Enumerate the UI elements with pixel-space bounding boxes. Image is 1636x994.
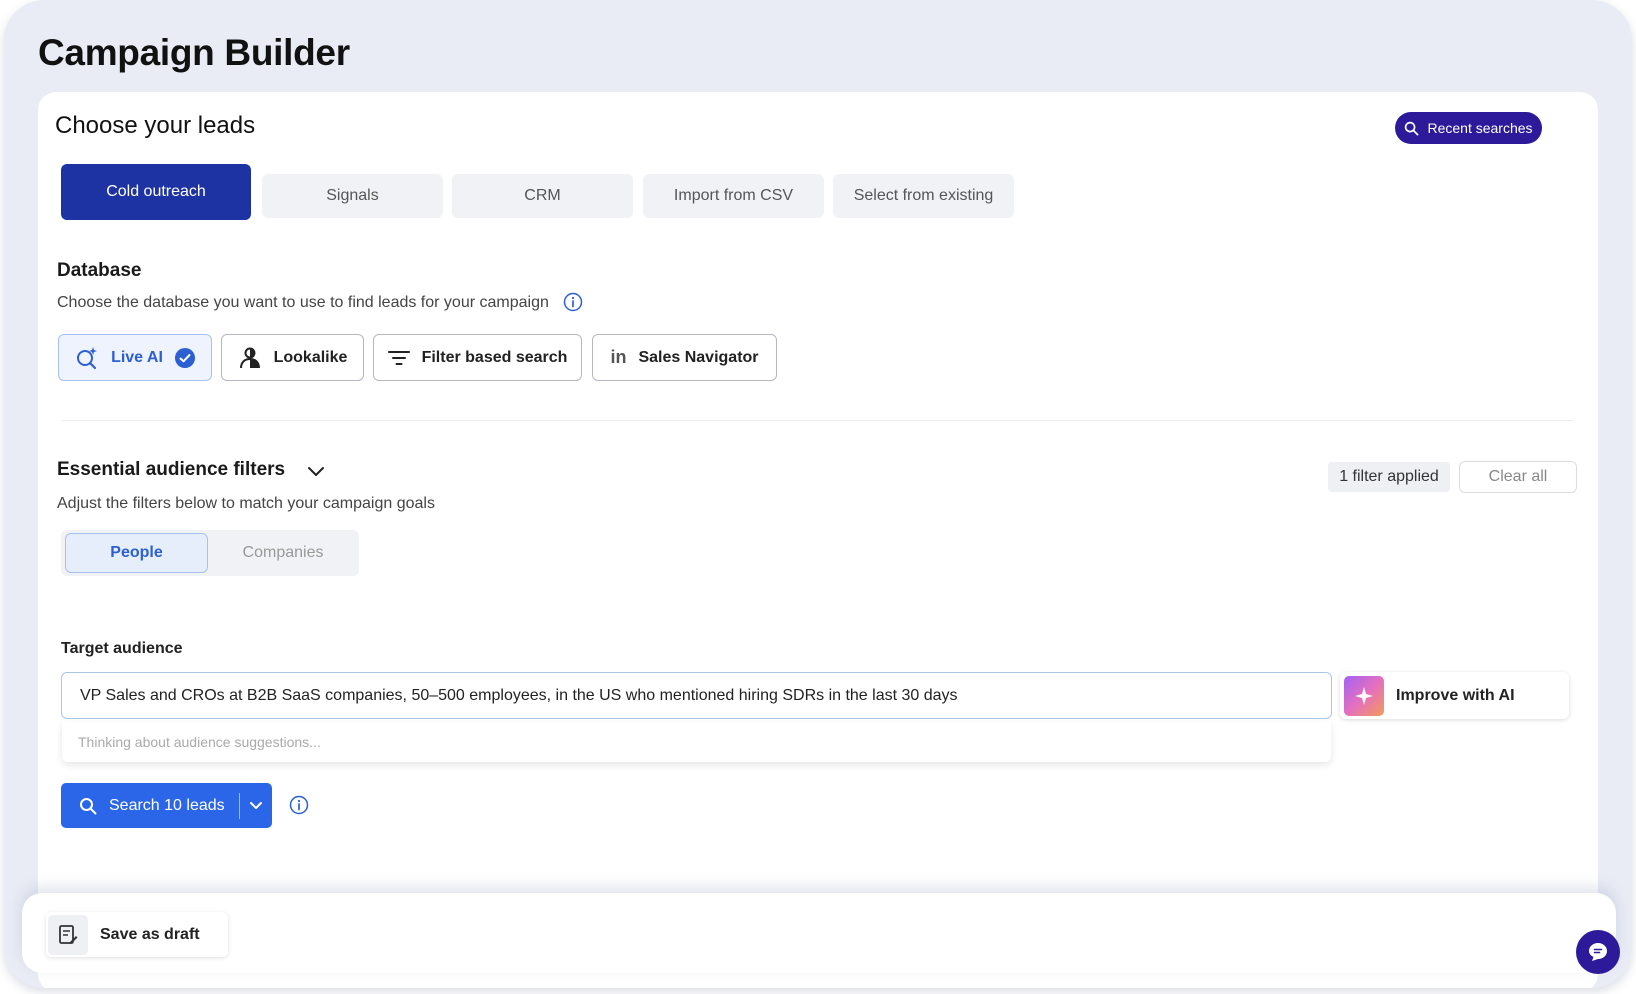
chevron-down-icon[interactable] <box>306 462 326 482</box>
linkedin-icon: in <box>610 347 627 367</box>
database-option-label: Sales Navigator <box>638 348 759 366</box>
chevron-down-icon <box>250 801 262 809</box>
sparkle-icon <box>1344 675 1384 716</box>
database-option-label: Live AI <box>111 348 163 366</box>
improve-with-ai-label: Improve with AI <box>1396 686 1515 704</box>
bottom-action-bar <box>22 893 1616 973</box>
page-title: Campaign Builder <box>38 32 350 73</box>
check-circle-icon <box>174 347 195 368</box>
search-icon <box>80 797 97 814</box>
save-as-draft-label: Save as draft <box>100 925 200 943</box>
improve-with-ai-button[interactable]: Improve with AI <box>1340 672 1569 719</box>
audience-suggestions-dropdown: Thinking about audience suggestions... <box>62 722 1331 762</box>
people-companies-toggle: People Companies <box>61 530 359 576</box>
tab-crm[interactable]: CRM <box>452 174 633 218</box>
database-option-lookalike[interactable]: Lookalike <box>221 334 364 381</box>
search-icon <box>1405 121 1419 135</box>
chat-support-button[interactable] <box>1576 930 1620 974</box>
database-option-label: Filter based search <box>421 348 568 366</box>
tab-select-existing[interactable]: Select from existing <box>833 174 1014 218</box>
recent-searches-label: Recent searches <box>1427 120 1533 136</box>
ai-search-icon <box>77 346 98 369</box>
search-leads-split-button: Search 10 leads <box>61 783 272 828</box>
target-audience-label: Target audience <box>61 640 183 657</box>
filters-title: Essential audience filters <box>57 459 286 480</box>
database-description: Choose the database you want to use to f… <box>57 294 549 311</box>
database-option-live-ai[interactable]: Live AI <box>58 334 212 381</box>
app-window: Campaign Builder Choose your leads Recen… <box>4 0 1632 988</box>
filters-description: Adjust the filters below to match your c… <box>57 495 435 512</box>
segment-people[interactable]: People <box>65 533 208 573</box>
database-option-label: Lookalike <box>273 348 348 366</box>
search-leads-label: Search 10 leads <box>109 796 225 814</box>
info-icon[interactable] <box>288 794 310 816</box>
chat-bubble-icon <box>1589 943 1607 961</box>
info-icon[interactable] <box>562 291 584 313</box>
search-options-dropdown[interactable] <box>240 783 272 828</box>
draft-document-icon <box>48 914 88 955</box>
filter-lines-icon <box>387 350 410 365</box>
database-option-sales-navigator[interactable]: in Sales Navigator <box>592 334 777 381</box>
tab-signals[interactable]: Signals <box>262 174 443 218</box>
search-leads-button[interactable]: Search 10 leads <box>61 783 239 828</box>
section-divider <box>61 420 1574 421</box>
database-option-filter-search[interactable]: Filter based search <box>373 334 582 381</box>
lookalike-person-icon <box>239 347 260 368</box>
target-audience-input[interactable] <box>61 672 1332 719</box>
save-as-draft-button[interactable]: Save as draft <box>46 912 228 957</box>
segment-companies[interactable]: Companies <box>211 533 355 573</box>
filters-applied-badge: 1 filter applied <box>1328 462 1450 492</box>
tab-cold-outreach[interactable]: Cold outreach <box>61 164 251 220</box>
database-title: Database <box>57 260 142 281</box>
section-title: Choose your leads <box>55 112 256 139</box>
recent-searches-button[interactable]: Recent searches <box>1395 112 1542 144</box>
tab-import-csv[interactable]: Import from CSV <box>643 174 824 218</box>
clear-all-button[interactable]: Clear all <box>1459 461 1577 493</box>
